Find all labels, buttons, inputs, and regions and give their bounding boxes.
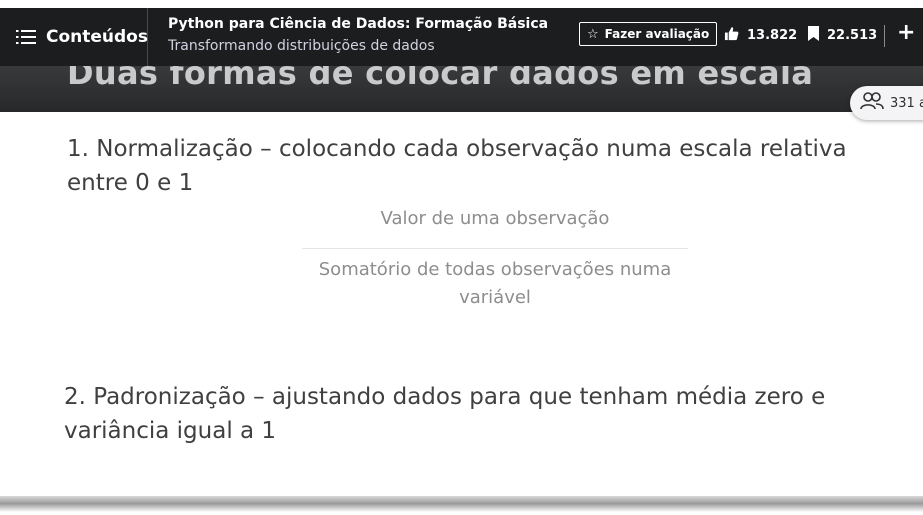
standardization-point: 2. Padronização – ajustando dados para q… [64,384,826,444]
bookmark-icon [808,26,819,45]
likes-count: 13.822 [747,28,798,43]
bookmarks-count: 22.513 [827,28,878,43]
viewers-badge[interactable]: 331 a [850,86,923,120]
list-icon [16,29,36,45]
window-top-strip [0,0,923,8]
people-icon [860,92,884,114]
rate-course-button[interactable]: ☆ Fazer avaliação [579,22,718,46]
fraction-numerator: Valor de uma observação [380,208,610,229]
rate-course-label: Fazer avaliação [604,27,710,41]
player-bottom-edge [0,496,923,515]
course-title[interactable]: Python para Ciência de Dados: Formação B… [168,16,548,32]
bookmarks-counter[interactable]: 22.513 [808,26,877,45]
thumbs-up-icon [724,26,739,45]
star-outline-icon: ☆ [587,26,599,42]
course-info: Python para Ciência de Dados: Formação B… [168,16,548,54]
contents-label: Conteúdos [46,27,148,47]
fraction-bar [302,248,688,249]
likes-counter[interactable]: 13.822 [724,26,797,45]
slide-title-band: Duas formas de colocar dados em escala [0,60,923,112]
plus-icon[interactable]: + [897,20,915,45]
viewers-count: 331 a [890,95,923,111]
lecture-subtitle: Transformando distribuições de dados [168,38,435,54]
fraction-denominator: Somatório de todas observações numa vari… [318,259,672,308]
header-divider [884,25,885,47]
contents-button[interactable]: Conteúdos [0,8,148,66]
slide-content: 1. Normalização – colocando cada observa… [0,112,923,500]
course-header-bar: Conteúdos Python para Ciência de Dados: … [0,8,923,66]
normalization-point: 1. Normalização – colocando cada observa… [67,136,847,196]
